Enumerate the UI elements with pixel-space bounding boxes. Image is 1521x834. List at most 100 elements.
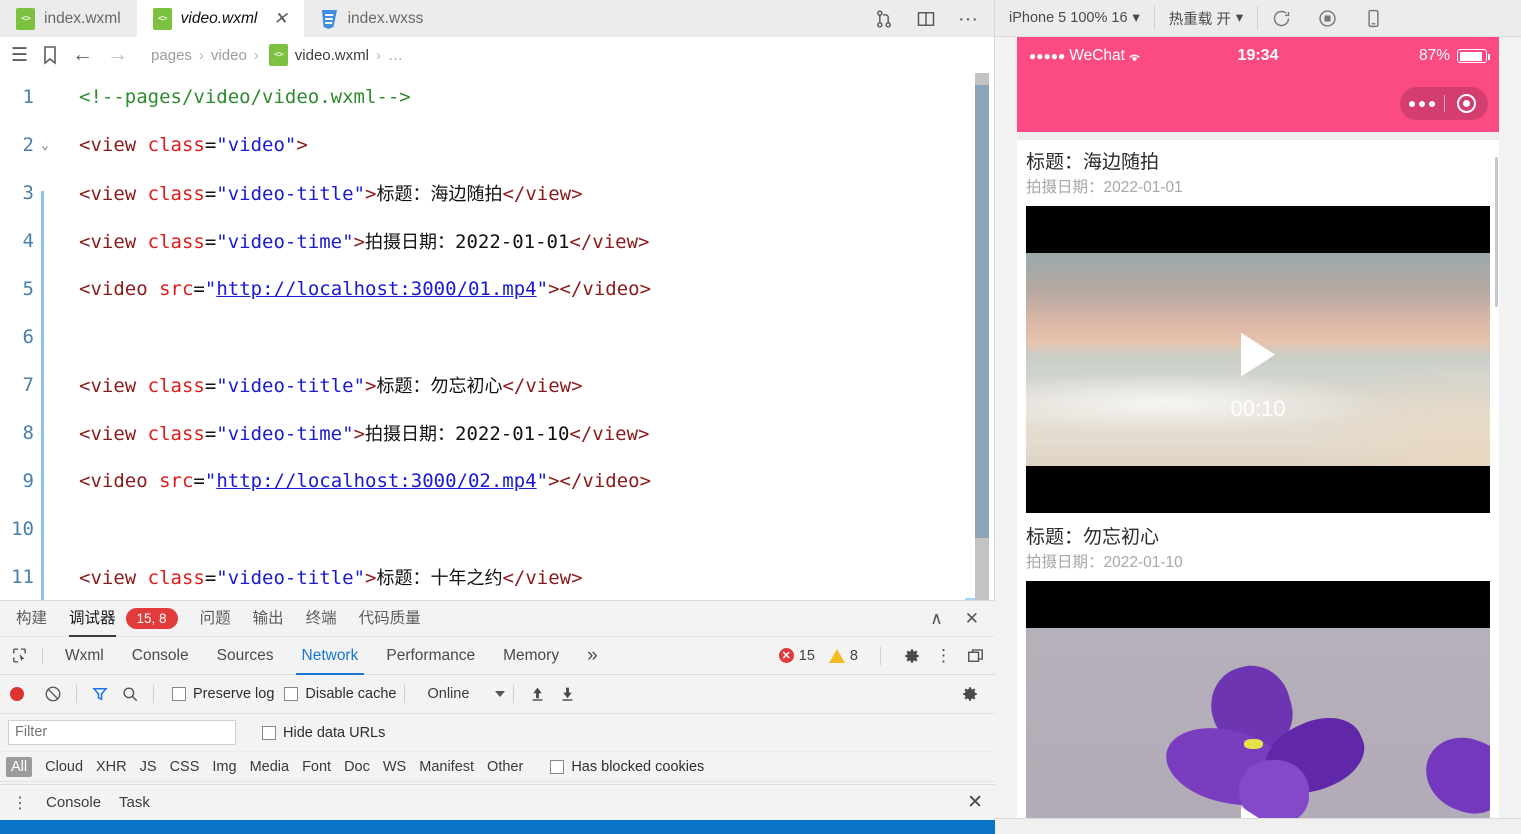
type-filter-cloud[interactable]: Cloud <box>45 759 83 775</box>
tab-output[interactable]: 输出 <box>253 606 284 631</box>
code-line[interactable]: 3 <view class="video-title">标题：海边随拍</view… <box>0 169 994 217</box>
inspect-element-icon[interactable] <box>4 637 34 675</box>
divider <box>42 646 43 665</box>
code-line[interactable]: 1 <!--pages/video/video.wxml--> <box>0 73 994 121</box>
editor-vertical-scrollbar[interactable] <box>975 73 989 600</box>
drawer-kebab-icon[interactable]: ⋮ <box>12 793 28 813</box>
hamburger-menu-icon[interactable]: ☰ <box>11 44 28 67</box>
warning-count-value: 8 <box>849 647 858 664</box>
drawer-tab-console[interactable]: Console <box>46 794 101 811</box>
code-token-link[interactable]: http://localhost:3000/02.mp4 <box>216 470 536 492</box>
code-token-tag: <view <box>79 423 148 445</box>
navigate-forward-icon[interactable]: → <box>107 43 128 67</box>
disable-cache-checkbox[interactable]: Disable cache <box>284 686 396 702</box>
tab-build[interactable]: 构建 <box>16 606 47 631</box>
editor-tab-video-wxml[interactable]: video.wxml ✕ <box>136 0 304 37</box>
type-filter-font[interactable]: Font <box>302 759 331 775</box>
code-line[interactable]: 7 <view class="video-title">标题：勿忘初心</view… <box>0 361 994 409</box>
clear-button[interactable] <box>38 679 68 709</box>
editor-minimap[interactable] <box>965 73 975 600</box>
hide-data-urls-checkbox[interactable]: Hide data URLs <box>262 725 385 741</box>
close-drawer-icon[interactable]: ✕ <box>967 791 983 814</box>
collapse-panel-icon[interactable]: ∧ <box>930 609 942 629</box>
type-filter-js[interactable]: JS <box>140 759 157 775</box>
gear-icon[interactable] <box>903 647 921 665</box>
type-filter-doc[interactable]: Doc <box>344 759 370 775</box>
code-line[interactable]: 8 <view class="video-time">拍摄日期：2022-01-1… <box>0 409 994 457</box>
navigate-back-icon[interactable]: ← <box>72 43 93 67</box>
export-har-button[interactable] <box>552 679 582 709</box>
filter-button[interactable] <box>85 679 115 709</box>
stop-record-icon[interactable] <box>1304 0 1350 37</box>
refresh-icon[interactable] <box>1258 0 1304 37</box>
editor-tab-index-wxml[interactable]: index.wxml <box>0 0 137 37</box>
line-number: 1 <box>22 86 34 108</box>
warning-count[interactable]: 8 <box>828 647 858 664</box>
network-settings-button[interactable] <box>955 679 985 709</box>
device-select[interactable]: iPhone 5 100% 16 ▾ <box>995 0 1154 37</box>
devtools-tab-performance[interactable]: Performance <box>372 637 489 675</box>
more-vertical-icon[interactable]: ⋮ <box>935 647 952 664</box>
split-editor-icon[interactable] <box>906 0 946 37</box>
type-filter-img[interactable]: Img <box>212 759 236 775</box>
mobile-device-icon[interactable] <box>1350 0 1396 37</box>
preserve-log-checkbox[interactable]: Preserve log <box>172 686 274 702</box>
fold-chevron-icon[interactable]: ⌄ <box>36 138 54 153</box>
throttle-select[interactable]: Online <box>427 686 506 702</box>
type-filter-other[interactable]: Other <box>487 759 523 775</box>
drawer-tab-task[interactable]: Task <box>119 794 150 811</box>
devtools-tab-console[interactable]: Console <box>118 637 203 675</box>
import-har-button[interactable] <box>522 679 552 709</box>
devtools-tab-overflow[interactable]: » <box>573 637 612 675</box>
type-filter-css[interactable]: CSS <box>170 759 200 775</box>
error-count[interactable]: ✕ 15 <box>778 648 815 664</box>
tab-debugger[interactable]: 调试器 <box>69 606 116 637</box>
tab-terminal[interactable]: 终端 <box>306 606 337 631</box>
devtools-tab-memory[interactable]: Memory <box>489 637 573 675</box>
close-panel-icon[interactable]: ✕ <box>965 609 979 629</box>
code-line[interactable]: 10 <box>0 505 994 553</box>
devtools-tab-wxml[interactable]: Wxml <box>51 637 118 675</box>
video-player[interactable] <box>1026 580 1490 834</box>
type-filter-all[interactable]: All <box>6 756 33 777</box>
code-line[interactable]: 9 <video src="http://localhost:3000/02.mp… <box>0 457 994 505</box>
devtools-tab-sources[interactable]: Sources <box>203 637 288 675</box>
type-filter-ws[interactable]: WS <box>383 759 406 775</box>
code-line[interactable]: 2 ⌄ <view class="video"> <box>0 121 994 169</box>
has-blocked-cookies-checkbox[interactable]: Has blocked cookies <box>550 759 704 775</box>
menu-capsule[interactable] <box>1400 87 1488 120</box>
breadcrumb-segment-file[interactable]: video.wxml <box>295 47 369 64</box>
close-icon[interactable]: ✕ <box>273 10 287 27</box>
code-line[interactable]: 6 <box>0 313 994 361</box>
code-line[interactable]: 4 <view class="video-time">拍摄日期：2022-01-0… <box>0 217 994 265</box>
tab-code-quality[interactable]: 代码质量 <box>359 606 421 631</box>
editor-tab-index-wxss[interactable]: index.wxss <box>304 0 440 37</box>
compare-changes-icon[interactable] <box>864 0 904 37</box>
breadcrumb-segment-pages[interactable]: pages <box>151 47 192 64</box>
close-circle-icon[interactable] <box>1445 94 1489 113</box>
more-dots-icon[interactable] <box>1400 100 1444 107</box>
page-scrollbar[interactable] <box>1494 37 1499 834</box>
code-line[interactable]: 5 <video src="http://localhost:3000/01.mp… <box>0 265 994 313</box>
type-filter-xhr[interactable]: XHR <box>96 759 127 775</box>
code-token-tag: > <box>365 567 377 589</box>
devtools-tab-network[interactable]: Network <box>288 637 373 675</box>
type-filter-media[interactable]: Media <box>250 759 290 775</box>
hot-reload-select[interactable]: 热重载 开 ▾ <box>1155 0 1257 37</box>
code-editor[interactable]: 1 <!--pages/video/video.wxml--> 2 ⌄ <view cl… <box>0 73 994 600</box>
record-button[interactable] <box>10 687 24 701</box>
play-button-icon[interactable] <box>1241 332 1275 377</box>
tab-problems[interactable]: 问题 <box>200 606 231 631</box>
video-player[interactable]: 00:10 <box>1026 205 1490 513</box>
code-line[interactable]: 11 <view class="video-title">标题：十年之约</vie… <box>0 553 994 600</box>
code-token-link[interactable]: http://localhost:3000/01.mp4 <box>216 278 536 300</box>
scrollbar-thumb[interactable] <box>975 85 989 538</box>
dock-panel-icon[interactable] <box>966 647 985 665</box>
filter-input[interactable] <box>8 720 236 745</box>
type-filter-manifest[interactable]: Manifest <box>419 759 474 775</box>
more-actions-icon[interactable]: ··· <box>948 0 988 37</box>
breadcrumb-segment-more[interactable]: … <box>388 47 403 64</box>
search-icon[interactable] <box>115 679 145 709</box>
bookmark-icon[interactable] <box>42 45 58 65</box>
breadcrumb-segment-video[interactable]: video <box>211 47 247 64</box>
